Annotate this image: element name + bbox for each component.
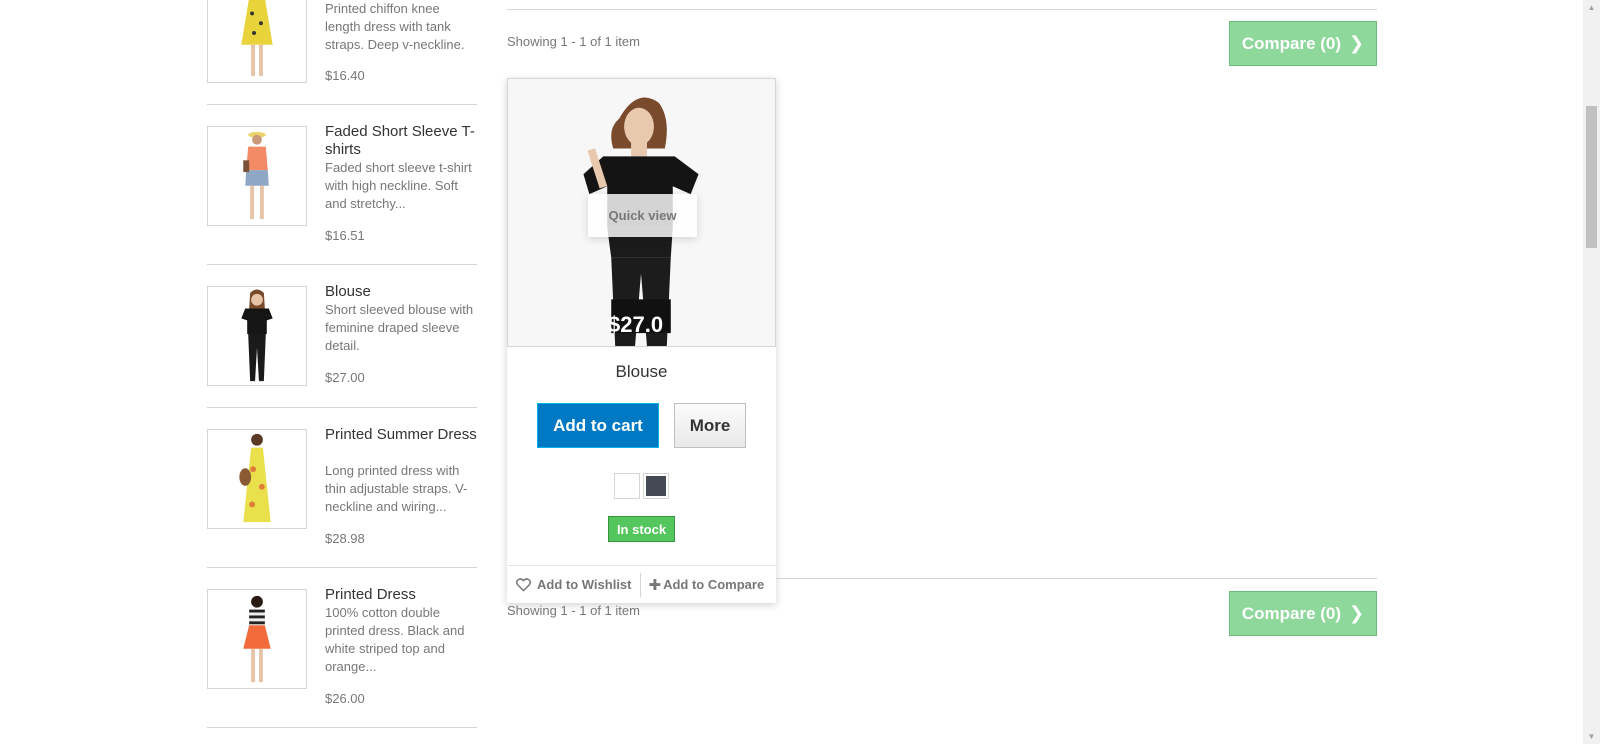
- compare-label: Compare (0): [1241, 603, 1342, 623]
- list-item: Printed Summer Dress Long printed dress …: [207, 408, 477, 568]
- wishlist-label: Add to Wishlist: [537, 577, 632, 592]
- compare-button-top[interactable]: Compare (0) ❯: [1229, 21, 1377, 66]
- add-to-cart-button[interactable]: Add to cart: [537, 403, 659, 448]
- top-divider: [507, 9, 1377, 10]
- heart-icon: [516, 577, 531, 592]
- image-price-label: $27.0: [608, 312, 664, 337]
- product-name-link[interactable]: Blouse: [507, 362, 776, 382]
- product-price: $28.98: [325, 531, 365, 546]
- product-thumbnail[interactable]: [207, 589, 307, 689]
- quick-view-button[interactable]: Quick view: [588, 194, 697, 237]
- page-scrollbar[interactable]: ▲ ▼: [1583, 0, 1600, 744]
- color-swatch-white[interactable]: [614, 473, 640, 499]
- yellow-floral-dress-image: [241, 0, 273, 77]
- card-footer: Add to Wishlist ✚ Add to Compare: [507, 565, 776, 603]
- list-item: Faded Short Sleeve T-shirts Faded short …: [207, 105, 477, 265]
- product-price: $16.40: [325, 68, 365, 83]
- product-thumbnail[interactable]: [207, 286, 307, 386]
- scrollbar-thumb[interactable]: [1586, 106, 1597, 248]
- results-count-bottom: Showing 1 - 1 of 1 item: [507, 603, 640, 618]
- list-item: Printed chiffon knee length dress with t…: [207, 0, 477, 105]
- chevron-right-icon: ❯: [1349, 33, 1365, 53]
- product-description: Short sleeved blouse with feminine drape…: [325, 302, 474, 353]
- chevron-right-icon: ❯: [1349, 603, 1365, 623]
- product-price: $16.51: [325, 228, 365, 243]
- color-swatch-dark[interactable]: [643, 473, 669, 499]
- orange-tshirt-image: [243, 131, 269, 220]
- product-thumbnail[interactable]: [207, 126, 307, 226]
- swatch-fill: [646, 476, 666, 496]
- compare-label: Compare (0): [1241, 33, 1342, 53]
- product-description: 100% cotton double printed dress. Black …: [325, 605, 465, 674]
- results-count-top: Showing 1 - 1 of 1 item: [507, 34, 640, 49]
- product-image[interactable]: Quick view $27.0: [507, 78, 776, 347]
- more-button[interactable]: More: [674, 403, 746, 448]
- product-price: $27.00: [325, 370, 365, 385]
- striped-orange-dress-image: [243, 595, 271, 683]
- product-name-link[interactable]: Faded Short Sleeve T-shirts: [325, 123, 477, 159]
- product-description: Long printed dress with thin adjustable …: [325, 463, 468, 514]
- product-name-link[interactable]: Blouse: [325, 283, 477, 301]
- scroll-up-arrow-icon[interactable]: ▲: [1583, 0, 1600, 15]
- product-description: Printed chiffon knee length dress with t…: [325, 1, 465, 52]
- compare-button-bottom[interactable]: Compare (0) ❯: [1229, 591, 1377, 636]
- stock-badge: In stock: [608, 516, 675, 542]
- product-name-link[interactable]: Printed Summer Dress: [325, 426, 477, 444]
- black-blouse-image: [241, 289, 273, 382]
- plus-icon: ✚: [648, 576, 662, 594]
- product-card[interactable]: Quick view $27.0 Blouse Add to cart More…: [507, 78, 776, 603]
- list-item: Blouse Short sleeved blouse with feminin…: [207, 265, 477, 408]
- product-description: Faded short sleeve t-shirt with high nec…: [325, 160, 472, 211]
- bottom-divider: [776, 578, 1377, 579]
- add-to-wishlist-link[interactable]: Add to Wishlist: [516, 577, 632, 592]
- product-price: $26.00: [325, 691, 365, 706]
- product-thumbnail[interactable]: [207, 0, 307, 83]
- swatch-fill: [617, 476, 637, 496]
- footer-divider: [639, 572, 641, 597]
- list-item: Printed Dress 100% cotton double printed…: [207, 568, 477, 728]
- product-name-link[interactable]: Printed Dress: [325, 586, 477, 604]
- scroll-down-arrow-icon[interactable]: ▼: [1583, 729, 1600, 744]
- product-thumbnail[interactable]: [207, 429, 307, 529]
- compare-link-label: Add to Compare: [663, 577, 765, 592]
- yellow-summer-dress-image: [239, 433, 271, 523]
- add-to-compare-link[interactable]: ✚ Add to Compare: [649, 576, 765, 594]
